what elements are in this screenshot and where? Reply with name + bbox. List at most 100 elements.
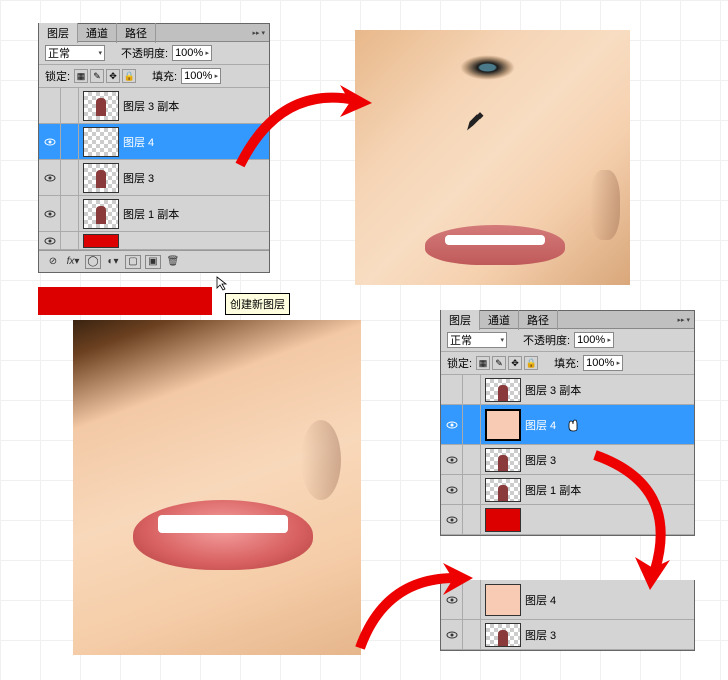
layer-thumbnail[interactable] (485, 584, 521, 616)
layer-row[interactable]: 图层 4 (39, 124, 269, 160)
adjustment-icon[interactable]: ◐▾ (105, 255, 121, 269)
red-swatch (38, 287, 212, 315)
layer-thumbnail[interactable] (485, 478, 521, 502)
fx-icon[interactable]: fx▾ (65, 255, 81, 269)
tab-layers[interactable]: 图层 (39, 23, 78, 43)
lock-all-icon[interactable]: 🔒 (524, 356, 538, 370)
opacity-label: 不透明度: (523, 332, 570, 348)
layer-row[interactable]: 图层 1 副本 (39, 196, 269, 232)
layer-row[interactable]: 图层 1 副本 (441, 475, 694, 505)
layer-name[interactable]: 图层 4 (123, 134, 154, 150)
visibility-toggle[interactable] (39, 160, 61, 195)
eye-icon (44, 209, 56, 219)
fill-input[interactable]: 100%▸ (181, 68, 221, 84)
eye-icon (446, 485, 458, 495)
panel-menu-icon[interactable]: ▸▸▾ (248, 29, 269, 37)
lock-transparent-icon[interactable]: ▦ (74, 69, 88, 83)
layer-thumbnail[interactable] (83, 127, 119, 157)
layer-thumbnail[interactable] (485, 623, 521, 647)
blend-mode-select[interactable]: 正常▾ (45, 45, 105, 61)
lock-transparent-icon[interactable]: ▦ (476, 356, 490, 370)
visibility-toggle[interactable] (39, 88, 61, 123)
layer-thumbnail[interactable] (485, 378, 521, 402)
layer-row[interactable] (441, 505, 694, 535)
fill-label: 填充: (554, 355, 579, 371)
fill-input[interactable]: 100%▸ (583, 355, 623, 371)
layer-row[interactable]: 图层 4 (441, 405, 694, 445)
eyedropper-cursor-icon (465, 110, 487, 132)
panel-menu-icon[interactable]: ▸▸▾ (673, 316, 694, 324)
blend-mode-value: 正常 (48, 45, 70, 61)
layer-name[interactable]: 图层 1 副本 (525, 482, 581, 498)
panel-footer: ⊘ fx▾ ◯ ◐▾ ▢ ▣ 🗑 (39, 250, 269, 272)
visibility-toggle[interactable] (441, 620, 463, 649)
mask-icon[interactable]: ◯ (85, 255, 101, 269)
visibility-toggle[interactable] (441, 375, 463, 404)
layer-row[interactable]: 图层 3 (441, 445, 694, 475)
layer-name[interactable]: 图层 3 (525, 627, 556, 643)
visibility-toggle[interactable] (441, 475, 463, 504)
layer-thumbnail[interactable] (83, 234, 119, 248)
visibility-toggle[interactable] (39, 196, 61, 231)
lock-label: 锁定: (45, 68, 70, 84)
layer-row[interactable]: 图层 3 (441, 620, 694, 650)
tab-channels[interactable]: 通道 (78, 23, 117, 43)
eye-icon (446, 455, 458, 465)
visibility-toggle[interactable] (441, 505, 463, 534)
link-layers-icon[interactable]: ⊘ (45, 255, 61, 269)
photo-face-upper (355, 30, 630, 285)
eye-icon (446, 420, 458, 430)
layer-name[interactable]: 图层 3 副本 (123, 98, 179, 114)
lock-position-icon[interactable]: ✥ (106, 69, 120, 83)
tooltip-new-layer: 创建新图层 (225, 293, 290, 315)
lock-all-icon[interactable]: 🔒 (122, 69, 136, 83)
layers-panel-2: 图层 通道 路径 ▸▸▾ 正常▾ 不透明度: 100%▸ 锁定: ▦ ✎ ✥ 🔒… (440, 310, 695, 536)
tab-channels[interactable]: 通道 (480, 310, 519, 330)
tab-paths[interactable]: 路径 (519, 310, 558, 330)
lock-pixels-icon[interactable]: ✎ (90, 69, 104, 83)
folder-icon[interactable]: ▢ (125, 255, 141, 269)
opacity-label: 不透明度: (121, 45, 168, 61)
lock-pixels-icon[interactable]: ✎ (492, 356, 506, 370)
layer-row[interactable]: 图层 3 (39, 160, 269, 196)
layer-thumbnail[interactable] (485, 508, 521, 532)
lock-label: 锁定: (447, 355, 472, 371)
visibility-toggle[interactable] (441, 445, 463, 474)
fill-label: 填充: (152, 68, 177, 84)
tab-paths[interactable]: 路径 (117, 23, 156, 43)
layers-panel-1: 图层 通道 路径 ▸▸▾ 正常▾ 不透明度: 100%▸ 锁定: ▦ ✎ ✥ 🔒… (38, 23, 270, 273)
eye-icon (44, 173, 56, 183)
layer-thumbnail[interactable] (83, 199, 119, 229)
lock-position-icon[interactable]: ✥ (508, 356, 522, 370)
blend-mode-select[interactable]: 正常▾ (447, 332, 507, 348)
layer-name[interactable]: 图层 3 (525, 452, 556, 468)
visibility-toggle[interactable] (441, 580, 463, 619)
panel-tabs: 图层 通道 路径 ▸▸▾ (441, 311, 694, 329)
photo-face-lower (73, 320, 361, 655)
layer-thumbnail[interactable] (83, 91, 119, 121)
visibility-toggle[interactable] (39, 232, 61, 249)
layer-name[interactable]: 图层 4 (525, 417, 556, 433)
eye-icon (44, 236, 56, 246)
layer-row[interactable]: 图层 3 副本 (39, 88, 269, 124)
layer-thumbnail[interactable] (485, 448, 521, 472)
layer-row[interactable]: 图层 4 (441, 580, 694, 620)
layer-name[interactable]: 图层 3 副本 (525, 382, 581, 398)
layer-row[interactable]: 图层 3 副本 (441, 375, 694, 405)
layer-thumbnail[interactable] (485, 409, 521, 441)
panel-tabs: 图层 通道 路径 ▸▸▾ (39, 24, 269, 42)
visibility-toggle[interactable] (39, 124, 61, 159)
layer-row[interactable] (39, 232, 269, 250)
opacity-input[interactable]: 100%▸ (172, 45, 212, 61)
trash-icon[interactable]: 🗑 (165, 255, 181, 269)
opacity-input[interactable]: 100%▸ (574, 332, 614, 348)
layer-name[interactable]: 图层 1 副本 (123, 206, 179, 222)
layer-thumbnail[interactable] (83, 163, 119, 193)
new-layer-icon[interactable]: ▣ (145, 255, 161, 269)
visibility-toggle[interactable] (441, 405, 463, 444)
tab-layers[interactable]: 图层 (441, 310, 480, 330)
cursor-arrow-icon (215, 275, 231, 291)
layer-name[interactable]: 图层 3 (123, 170, 154, 186)
layer-name[interactable]: 图层 4 (525, 592, 556, 608)
eye-icon (446, 515, 458, 525)
